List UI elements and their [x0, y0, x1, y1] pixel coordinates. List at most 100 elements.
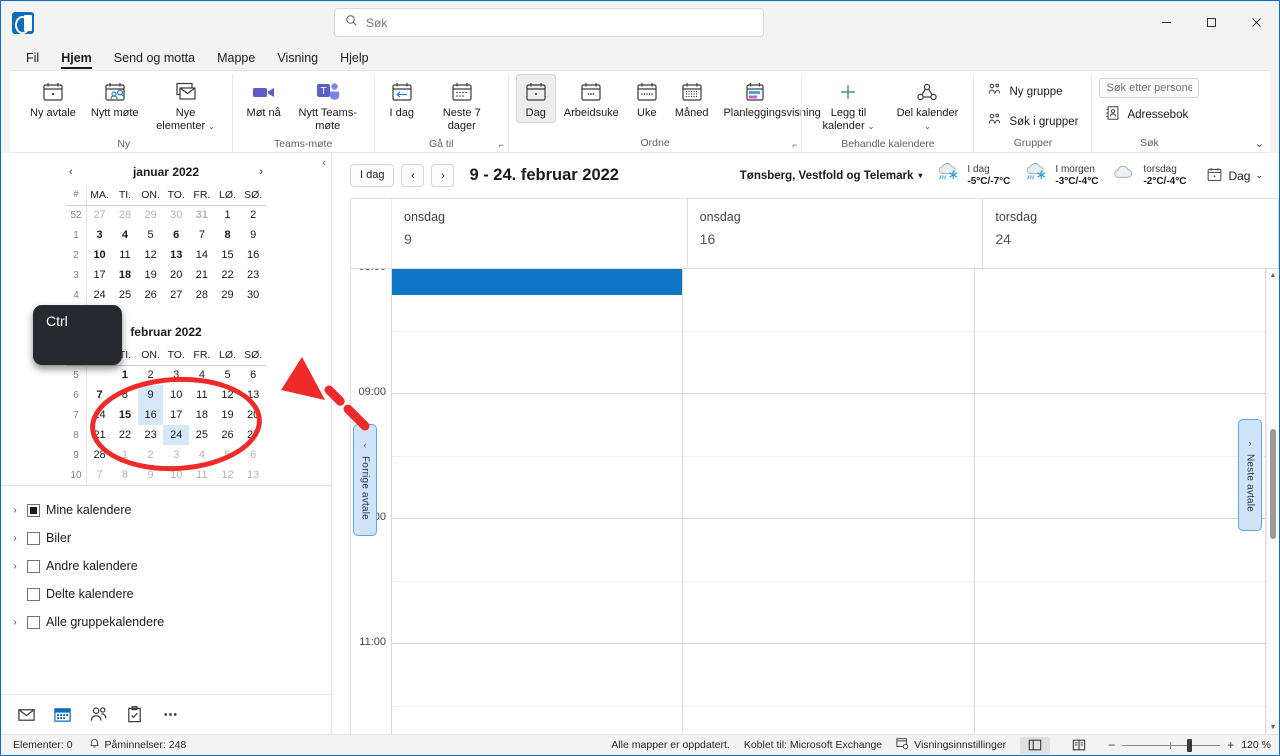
weather-location[interactable]: Tønsberg, Vestfold og Telemark ▾ — [740, 170, 923, 182]
day-view-button[interactable]: Dag — [515, 74, 556, 123]
mini-cal-day-cell[interactable]: 3 — [87, 225, 113, 245]
chevron-right-icon[interactable]: › — [9, 533, 21, 544]
more-icon[interactable] — [161, 705, 180, 724]
previous-appointment-button[interactable]: ‹ Forrige avtale — [353, 424, 377, 536]
ordne-dialog-launcher-icon[interactable]: ⌐ — [792, 140, 797, 150]
mini-cal-day-cell[interactable]: 16 — [240, 245, 266, 265]
collapse-pane-icon[interactable]: ‹ — [322, 157, 326, 169]
calendar-checkbox[interactable] — [27, 531, 40, 545]
day-column-24[interactable] — [974, 269, 1266, 734]
add-calendar-button[interactable]: Legg til kalender ⌄ — [809, 74, 887, 136]
calendar-group-alle-gruppekalendere[interactable]: › Alle gruppekalendere — [1, 608, 331, 636]
tab-send-og-motta[interactable]: Send og motta — [105, 49, 204, 70]
hour-cell[interactable] — [392, 519, 683, 644]
mini-cal-day-cell[interactable]: 4 — [112, 225, 138, 245]
today-button[interactable]: I dag — [382, 74, 422, 123]
calendar-checkbox[interactable] — [27, 503, 40, 517]
mini-cal-day-cell[interactable]: 13 — [240, 465, 266, 485]
mini-cal-day-cell[interactable]: 2 — [240, 205, 266, 225]
mini-cal-day-cell[interactable]: 25 — [112, 285, 138, 305]
mini-cal-day-cell[interactable]: 20 — [163, 265, 189, 285]
hour-cell[interactable] — [974, 394, 1266, 519]
tab-mappe[interactable]: Mappe — [208, 49, 264, 70]
day-column-16[interactable] — [683, 269, 975, 734]
week-view-button[interactable]: Uke — [627, 74, 667, 123]
hour-cell[interactable] — [392, 644, 683, 734]
address-book-button[interactable]: Adressebok — [1099, 101, 1199, 128]
calendar-scroll-area[interactable]: 08:00 09:00 10:00 11:00 — [351, 269, 1279, 734]
mini-cal-day-cell[interactable]: 27 — [163, 285, 189, 305]
today-nav-button[interactable]: I dag — [350, 164, 395, 187]
share-calendar-button[interactable]: Del kalender ⌄ — [888, 74, 966, 136]
mini-cal-prev-icon[interactable]: ‹ — [66, 166, 76, 178]
status-reminders[interactable]: Påminnelser: 248 — [89, 738, 186, 752]
next-appointment-button[interactable]: › Neste avtale — [1238, 419, 1262, 531]
mini-cal-day-cell[interactable]: 6 — [163, 225, 189, 245]
zoom-slider-track[interactable] — [1122, 738, 1221, 752]
close-icon[interactable] — [1234, 1, 1279, 44]
schedule-view-button[interactable]: Planleggingsvisning — [716, 74, 821, 123]
mini-cal-next-icon[interactable]: › — [256, 166, 266, 178]
mini-cal-day-cell[interactable]: 13 — [163, 245, 189, 265]
reading-view-icon[interactable] — [1064, 737, 1094, 754]
mini-cal-day-cell[interactable]: 8 — [215, 225, 241, 245]
mini-cal-day-cell[interactable]: 28 — [112, 205, 138, 225]
view-selector[interactable]: Dag ⌄ — [1200, 163, 1269, 189]
meet-now-button[interactable]: Møt nå — [240, 74, 288, 123]
mini-cal-day-cell[interactable]: 10 — [87, 245, 113, 265]
minimize-icon[interactable] — [1144, 1, 1189, 44]
scroll-up-icon[interactable]: ▲ — [1267, 269, 1279, 282]
calendar-group-andre-kalendere[interactable]: › Andre kalendere — [1, 552, 331, 580]
mini-cal-day-cell[interactable]: 30 — [163, 205, 189, 225]
hour-cell[interactable] — [974, 644, 1266, 734]
mini-cal-day-cell[interactable]: 22 — [215, 265, 241, 285]
calendar-icon[interactable] — [53, 705, 72, 724]
mini-cal-day-cell[interactable]: 27 — [87, 205, 113, 225]
maximize-icon[interactable] — [1189, 1, 1234, 44]
new-appointment-button[interactable]: Ny avtale — [23, 74, 83, 123]
tasks-icon[interactable] — [125, 705, 144, 724]
hour-cell[interactable] — [392, 269, 683, 394]
mini-cal-day-cell[interactable]: 7 — [189, 225, 215, 245]
selected-time-block[interactable] — [392, 269, 683, 295]
mini-cal-day-cell[interactable]: 19 — [138, 265, 164, 285]
calendar-group-biler[interactable]: › Biler — [1, 524, 331, 552]
zoom-out-button[interactable]: − — [1108, 738, 1115, 752]
mini-cal-day-cell[interactable]: 1 — [215, 205, 241, 225]
chevron-down-icon[interactable]: ⌄ — [1255, 170, 1263, 181]
mini-cal-day-cell[interactable]: 9 — [240, 225, 266, 245]
mini-cal-day-cell[interactable]: 31 — [189, 205, 215, 225]
day-column-9[interactable] — [392, 269, 684, 734]
search-input[interactable] — [366, 15, 753, 30]
mini-cal-day-cell[interactable]: 12 — [138, 245, 164, 265]
calendar-checkbox[interactable] — [27, 559, 40, 573]
hour-cell[interactable] — [683, 644, 974, 734]
hour-cell[interactable] — [683, 269, 974, 394]
mini-cal-day-cell[interactable]: 6 — [240, 365, 266, 385]
scroll-down-icon[interactable]: ▼ — [1267, 721, 1279, 734]
month-view-button[interactable]: Måned — [668, 74, 716, 123]
mini-cal-day-cell[interactable]: 11 — [112, 245, 138, 265]
people-search-input[interactable] — [1099, 78, 1200, 98]
prev-period-button[interactable]: ‹ — [401, 164, 425, 187]
mini-cal-day-cell[interactable]: 15 — [215, 245, 241, 265]
mini-cal-day-cell[interactable]: 28 — [189, 285, 215, 305]
calendar-checkbox[interactable] — [27, 615, 40, 629]
calendar-vertical-scrollbar[interactable]: ▲ ▼ — [1266, 269, 1279, 734]
normal-view-icon[interactable] — [1020, 736, 1051, 754]
next-period-button[interactable]: › — [431, 164, 455, 187]
chevron-right-icon[interactable]: › — [9, 561, 21, 572]
chevron-right-icon[interactable]: › — [9, 617, 21, 628]
zoom-in-button[interactable]: + — [1227, 738, 1234, 752]
mini-cal-day-cell[interactable]: 17 — [87, 265, 113, 285]
browse-groups-button[interactable]: Søk i grupper — [981, 108, 1084, 135]
scrollbar-thumb[interactable] — [1270, 429, 1276, 539]
mini-cal-day-cell[interactable]: 18 — [112, 265, 138, 285]
day-header-col-3[interactable]: torsdag 24 — [983, 199, 1279, 268]
mini-cal-day-cell[interactable]: 21 — [189, 265, 215, 285]
zoom-slider[interactable]: − + 120 % — [1108, 738, 1271, 752]
chevron-right-icon[interactable]: › — [9, 505, 21, 516]
new-group-button[interactable]: Ny gruppe — [981, 78, 1084, 105]
mini-cal-day-cell[interactable]: 24 — [87, 285, 113, 305]
mini-cal-day-cell[interactable]: 14 — [189, 245, 215, 265]
